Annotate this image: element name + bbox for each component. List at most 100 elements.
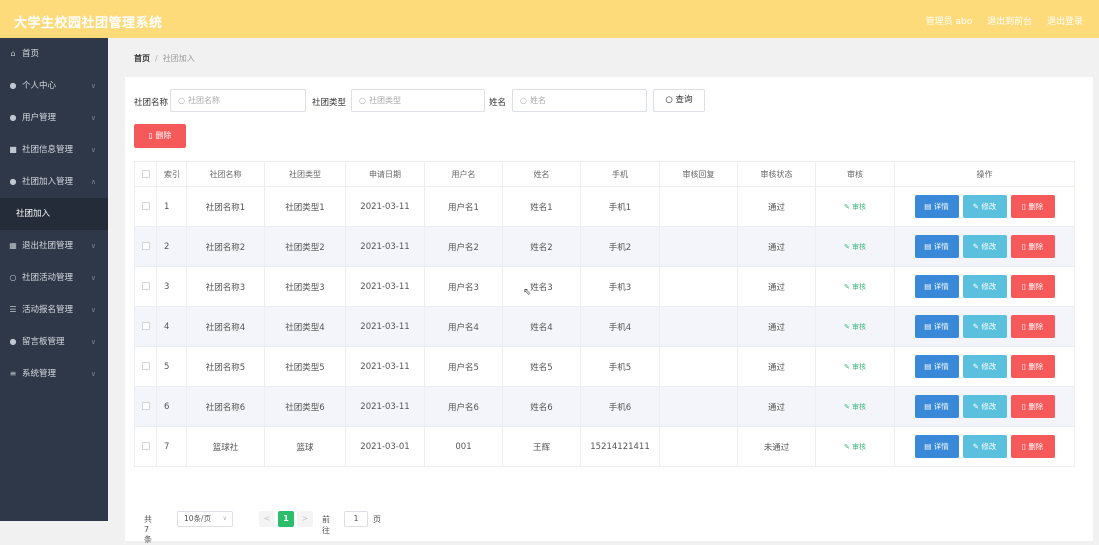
logout-link[interactable]: 退出登录 xyxy=(1047,17,1083,27)
detail-button[interactable]: ▤ 详情 xyxy=(914,355,959,378)
row-checkbox[interactable] xyxy=(141,202,150,210)
cell-actions: ▤ 详情 ✎ 修改 ▯ 删除 xyxy=(894,306,1075,347)
club-type-input[interactable]: ○ 社团类型 xyxy=(351,89,485,112)
cell-audit: ✎ 审核 xyxy=(815,226,895,267)
delete-button[interactable]: ▯ 删除 xyxy=(1010,275,1055,298)
cell-username: 用户名2 xyxy=(424,226,503,267)
sidebar-item-home[interactable]: ⌂ 首页 xyxy=(0,38,108,70)
audit-link[interactable]: ✎ 审核 xyxy=(844,243,866,251)
detail-button[interactable]: ▤ 详情 xyxy=(914,275,959,298)
detail-button-label: 详情 xyxy=(933,282,949,291)
audit-link[interactable]: ✎ 审核 xyxy=(844,443,866,451)
row-checkbox[interactable] xyxy=(141,362,150,370)
mouse-cursor-icon: ⇖ xyxy=(523,287,532,298)
detail-button[interactable]: ▤ 详情 xyxy=(914,235,959,258)
sidebar-item-label: 首页 xyxy=(22,49,40,59)
sidebar-item-personal-center[interactable]: ● 个人中心 ∨ xyxy=(0,70,108,102)
edit-button-label: 修改 xyxy=(981,242,997,251)
cell-status: 通过 xyxy=(737,306,816,347)
col-header: 操作 xyxy=(894,161,1075,187)
page-number-1[interactable]: 1 xyxy=(278,511,294,527)
user-icon: ● xyxy=(9,81,17,90)
sidebar-item-club-info[interactable]: ■ 社团信息管理 ∨ xyxy=(0,134,108,166)
row-checkbox[interactable] xyxy=(141,242,150,250)
cell-club-name: 社团名称1 xyxy=(186,186,265,227)
prev-page-button[interactable]: < xyxy=(259,511,275,527)
cell-audit: ✎ 审核 xyxy=(815,266,895,307)
cell-actions: ▤ 详情 ✎ 修改 ▯ 删除 xyxy=(894,226,1075,267)
audit-link[interactable]: ✎ 审核 xyxy=(844,403,866,411)
audit-link[interactable]: ✎ 审核 xyxy=(844,203,866,211)
sidebar-item-label: 个人中心 xyxy=(22,81,57,91)
edit-button[interactable]: ✎ 修改 xyxy=(962,395,1007,418)
delete-button[interactable]: ▯ 删除 xyxy=(1010,435,1055,458)
sidebar-item-club-activity[interactable]: ○ 社团活动管理 ∨ xyxy=(0,262,108,294)
batch-delete-label: 删除 xyxy=(155,131,172,140)
sidebar-item-club-join-management[interactable]: ● 社团加入管理 ∧ xyxy=(0,166,108,198)
audit-link[interactable]: ✎ 审核 xyxy=(844,283,866,291)
delete-button[interactable]: ▯ 删除 xyxy=(1010,235,1055,258)
cell-index: 5 xyxy=(156,346,187,387)
detail-button[interactable]: ▤ 详情 xyxy=(914,435,959,458)
goto-page-input[interactable]: 1 xyxy=(344,511,368,527)
row-checkbox[interactable] xyxy=(141,322,150,330)
detail-button-label: 详情 xyxy=(933,362,949,371)
row-checkbox[interactable] xyxy=(141,442,150,450)
cell-club-type: 社团类型5 xyxy=(264,346,346,387)
detail-button[interactable]: ▤ 详情 xyxy=(914,395,959,418)
message-icon: ● xyxy=(9,337,17,346)
row-select-cell xyxy=(134,226,157,267)
cell-date: 2021-03-11 xyxy=(345,346,425,387)
detail-button[interactable]: ▤ 详情 xyxy=(914,195,959,218)
club-name-placeholder: 社团名称 xyxy=(187,96,220,105)
page-size-value: 10条/页 xyxy=(184,514,212,523)
row-checkbox[interactable] xyxy=(141,282,150,290)
delete-button-label: 删除 xyxy=(1028,402,1044,411)
batch-delete-button[interactable]: ▯ 删除 xyxy=(134,124,186,148)
audit-link[interactable]: ✎ 审核 xyxy=(844,363,866,371)
detail-button[interactable]: ▤ 详情 xyxy=(914,315,959,338)
audit-link[interactable]: ✎ 审核 xyxy=(844,323,866,331)
cell-name: 王辉 xyxy=(502,426,581,467)
cell-phone: 手机1 xyxy=(580,186,660,227)
delete-button[interactable]: ▯ 删除 xyxy=(1010,195,1055,218)
club-name-input[interactable]: ○ 社团名称 xyxy=(170,89,306,112)
edit-button[interactable]: ✎ 修改 xyxy=(962,275,1007,298)
sidebar-item-activity-signup[interactable]: ☰ 活动报名管理 ∨ xyxy=(0,294,108,326)
query-button[interactable]: ○ 查询 xyxy=(653,89,705,112)
breadcrumb-separator: / xyxy=(155,54,158,63)
edit-button[interactable]: ✎ 修改 xyxy=(962,235,1007,258)
detail-button-label: 详情 xyxy=(933,202,949,211)
sidebar: ⌂ 首页 ● 个人中心 ∨ ● 用户管理 ∨ ■ 社团信息管理 ∨ ● 社团加入管理 ∧ … xyxy=(0,38,108,521)
sidebar-item-quit-club[interactable]: ▦ 退出社团管理 ∨ xyxy=(0,230,108,262)
edit-button[interactable]: ✎ 修改 xyxy=(962,435,1007,458)
pagination-total: 共 7 条 xyxy=(144,515,152,544)
edit-button[interactable]: ✎ 修改 xyxy=(962,195,1007,218)
cell-phone: 手机3 xyxy=(580,266,660,307)
edit-button[interactable]: ✎ 修改 xyxy=(962,315,1007,338)
sidebar-item-message-board[interactable]: ● 留言板管理 ∨ xyxy=(0,326,108,358)
cell-actions: ▤ 详情 ✎ 修改 ▯ 删除 xyxy=(894,426,1075,467)
select-all-checkbox[interactable] xyxy=(141,170,150,178)
back-to-front-link[interactable]: 退出到前台 xyxy=(987,17,1032,27)
page-size-select[interactable]: 10条/页 ∨ xyxy=(177,511,233,527)
name-input[interactable]: ○ 姓名 xyxy=(512,89,647,112)
sidebar-item-label: 系统管理 xyxy=(22,369,57,379)
search-icon: ○ xyxy=(520,96,527,105)
sidebar-item-system[interactable]: ≡ 系统管理 ∨ xyxy=(0,358,108,390)
cell-audit: ✎ 审核 xyxy=(815,186,895,227)
sidebar-item-club-join[interactable]: 社团加入 xyxy=(0,198,108,230)
chevron-up-icon: ∧ xyxy=(90,178,96,186)
chevron-down-icon: ∨ xyxy=(90,242,96,250)
delete-button[interactable]: ▯ 删除 xyxy=(1010,355,1055,378)
edit-button-label: 修改 xyxy=(981,402,997,411)
cell-audit: ✎ 审核 xyxy=(815,346,895,387)
edit-button[interactable]: ✎ 修改 xyxy=(962,355,1007,378)
row-checkbox[interactable] xyxy=(141,402,150,410)
delete-button[interactable]: ▯ 删除 xyxy=(1010,315,1055,338)
sidebar-item-user-management[interactable]: ● 用户管理 ∨ xyxy=(0,102,108,134)
breadcrumb-home[interactable]: 首页 xyxy=(134,54,150,63)
next-page-button[interactable]: > xyxy=(297,511,313,527)
cell-reply xyxy=(659,426,738,467)
delete-button[interactable]: ▯ 删除 xyxy=(1010,395,1055,418)
